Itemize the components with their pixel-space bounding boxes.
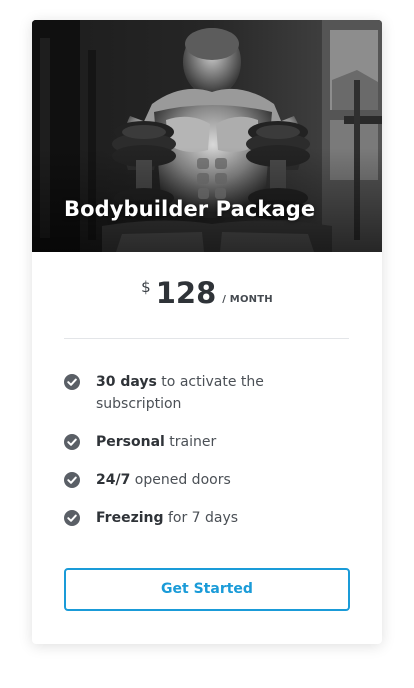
feature-highlight: 30 days xyxy=(96,374,157,390)
hero-image: Bodybuilder Package xyxy=(32,20,382,252)
check-circle-icon xyxy=(64,510,80,526)
check-circle-icon xyxy=(64,472,80,488)
feature-text: trainer xyxy=(164,434,217,450)
price: $128 / MONTH xyxy=(32,274,382,318)
pricing-card: Bodybuilder Package $128 / MONTH 30 days … xyxy=(32,20,382,644)
feature-highlight: 24/7 xyxy=(96,472,131,488)
get-started-button[interactable]: Get Started xyxy=(64,568,350,611)
feature-highlight: Freezing xyxy=(96,510,164,526)
price-amount: 128 xyxy=(155,276,217,310)
feature-text: opened doors xyxy=(130,472,231,488)
feature-list: 30 days to activate the subscription Per… xyxy=(64,371,349,545)
feature-item: 24/7 opened doors xyxy=(64,469,349,491)
check-circle-icon xyxy=(64,374,80,390)
feature-text: for 7 days xyxy=(163,510,239,526)
feature-highlight: Personal xyxy=(96,434,165,450)
feature-item: Freezing for 7 days xyxy=(64,507,349,529)
feature-item: 30 days to activate the subscription xyxy=(64,371,349,415)
price-currency: $ xyxy=(141,278,151,296)
package-title: Bodybuilder Package xyxy=(64,197,316,221)
price-period: / MONTH xyxy=(222,294,273,305)
feature-item: Personal trainer xyxy=(64,431,349,453)
divider xyxy=(64,338,349,339)
check-circle-icon xyxy=(64,434,80,450)
